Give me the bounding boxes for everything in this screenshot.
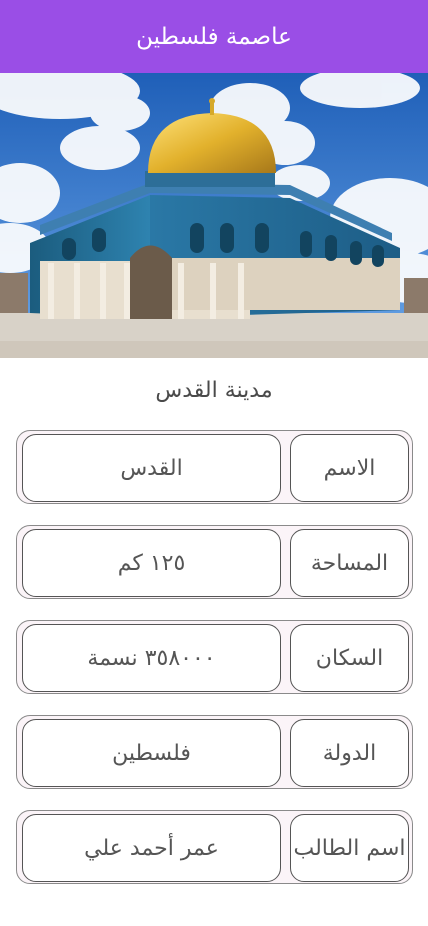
info-row-area: ١٢٥ كم المساحة xyxy=(16,525,413,599)
name-label: الاسم xyxy=(290,434,409,502)
info-row-population: ٣٥٨٠٠٠ نسمة السكان xyxy=(16,620,413,694)
area-label: المساحة xyxy=(290,529,409,597)
country-value: فلسطين xyxy=(22,719,281,787)
section-title: مدينة القدس xyxy=(155,378,273,403)
area-value: ١٢٥ كم xyxy=(22,529,281,597)
name-value: القدس xyxy=(22,434,281,502)
population-label: السكان xyxy=(290,624,409,692)
info-row-student: عمر أحمد علي اسم الطالب xyxy=(16,810,413,884)
info-row-name: القدس الاسم xyxy=(16,430,413,504)
app-bar: عاصمة فلسطين xyxy=(0,0,428,73)
info-row-country: فلسطين الدولة xyxy=(16,715,413,789)
population-value: ٣٥٨٠٠٠ نسمة xyxy=(22,624,281,692)
info-list: القدس الاسم ١٢٥ كم المساحة ٣٥٨٠٠٠ نسمة ا… xyxy=(0,430,428,884)
student-label: اسم الطالب xyxy=(290,814,409,882)
hero-image xyxy=(0,73,428,358)
country-label: الدولة xyxy=(290,719,409,787)
student-value: عمر أحمد علي xyxy=(22,814,281,882)
app-title: عاصمة فلسطين xyxy=(136,23,292,50)
